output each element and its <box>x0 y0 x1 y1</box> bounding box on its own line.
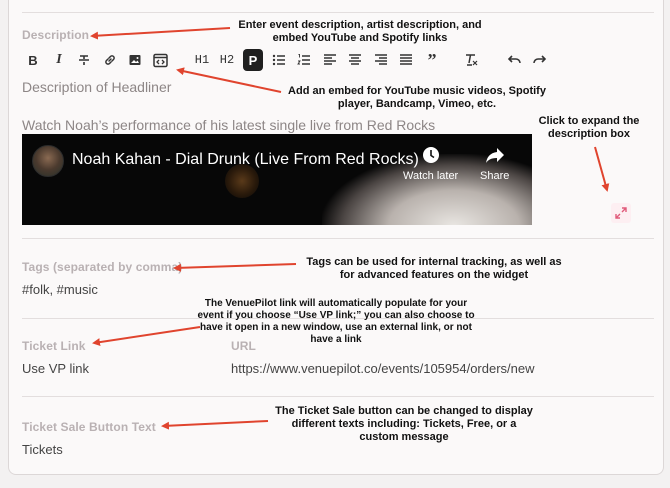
strikethrough-button[interactable] <box>76 49 92 71</box>
paragraph-label: P <box>248 52 258 68</box>
undo-icon <box>507 55 521 64</box>
image-button[interactable] <box>127 49 143 71</box>
share-label: Share <box>480 170 510 182</box>
numbered-list-button[interactable] <box>296 49 312 71</box>
tags-label: Tags (separated by comma) <box>22 260 183 274</box>
bold-button[interactable]: B <box>26 49 40 71</box>
heading-1-button[interactable]: H1 <box>193 49 211 71</box>
divider-after-ticket-link <box>22 396 654 397</box>
justify-icon <box>400 54 412 65</box>
embed-button[interactable] <box>152 49 168 71</box>
youtube-embed[interactable]: Noah Kahan - Dial Drunk (Live From Red R… <box>22 134 532 225</box>
channel-avatar[interactable] <box>32 145 64 177</box>
quote-button[interactable]: ” <box>424 49 440 71</box>
ticket-link-select[interactable]: Use VP link <box>22 361 89 376</box>
clear-format-button[interactable] <box>463 49 479 71</box>
annotation-ticket-sale: The Ticket Sale button can be changed to… <box>275 405 533 443</box>
video-title[interactable]: Noah Kahan - Dial Drunk (Live From Red R… <box>72 151 419 169</box>
link-button[interactable] <box>102 49 118 71</box>
link-icon <box>105 55 115 65</box>
annotation-expand: Click to expand the description box <box>538 115 640 140</box>
ticket-link-label: Ticket Link <box>22 339 86 353</box>
align-right-button[interactable] <box>373 49 389 71</box>
description-label: Description <box>22 28 90 42</box>
expand-icon <box>615 207 627 219</box>
share-arrow-icon <box>485 148 504 163</box>
align-center-button[interactable] <box>347 49 363 71</box>
editor-toolbar: B I H1 H2 P ” <box>22 49 546 71</box>
clear-format-icon <box>466 54 478 66</box>
italic-button[interactable]: I <box>52 49 66 71</box>
description-heading[interactable]: Description of Headliner <box>22 79 171 95</box>
paragraph-button[interactable]: P <box>243 49 263 71</box>
align-center-icon <box>349 54 361 65</box>
heading-1-label: H1 <box>194 53 210 67</box>
annotation-embed: Add an embed for YouTube music videos, S… <box>288 85 546 110</box>
align-left-icon <box>324 54 336 65</box>
expand-description-button[interactable] <box>611 203 631 223</box>
justify-button[interactable] <box>398 49 414 71</box>
watch-later-label: Watch later <box>403 170 459 182</box>
annotation-tags: Tags can be used for internal tracking, … <box>306 256 562 281</box>
align-left-button[interactable] <box>322 49 338 71</box>
share-button[interactable]: Share <box>480 146 509 182</box>
annotation-description: Enter event description, artist descript… <box>238 19 482 44</box>
numbered-list-icon <box>297 54 310 65</box>
bold-label: B <box>28 52 38 68</box>
image-icon <box>129 55 141 65</box>
heading-2-button[interactable]: H2 <box>218 49 236 71</box>
align-right-icon <box>375 54 387 65</box>
ticket-sale-input[interactable]: Tickets <box>22 442 63 457</box>
ticket-sale-label: Ticket Sale Button Text <box>22 420 156 434</box>
redo-button[interactable] <box>531 49 547 71</box>
strikethrough-icon <box>79 55 89 65</box>
italic-label: I <box>56 52 62 67</box>
undo-button[interactable] <box>506 49 522 71</box>
bullet-list-button[interactable] <box>271 49 287 71</box>
description-content[interactable]: Watch Noah’s performance of his latest s… <box>22 117 435 133</box>
url-input[interactable]: https://www.venuepilot.co/events/105954/… <box>231 361 535 376</box>
clock-icon <box>422 147 439 163</box>
watch-later-button[interactable]: Watch later <box>403 146 458 182</box>
quote-icon: ” <box>427 49 437 70</box>
heading-2-label: H2 <box>219 53 235 67</box>
top-divider <box>22 12 654 13</box>
stage-light <box>225 164 259 198</box>
embed-code-icon <box>152 53 168 67</box>
annotation-ticket-link: The VenuePilot link will automatically p… <box>197 298 475 345</box>
redo-icon <box>532 55 546 64</box>
tags-input[interactable]: #folk, #music <box>22 282 98 297</box>
divider-after-description <box>22 238 654 239</box>
bullet-list-icon <box>272 54 285 66</box>
